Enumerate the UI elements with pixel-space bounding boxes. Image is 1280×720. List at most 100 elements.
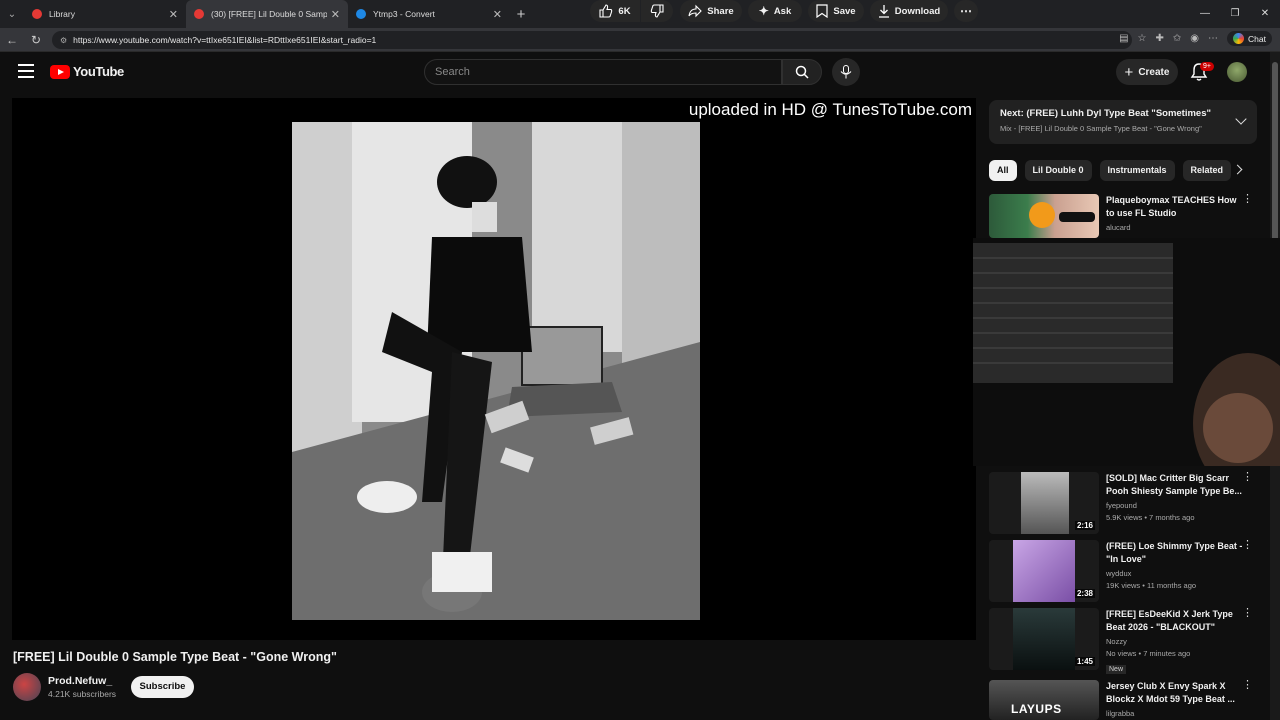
- recommendation-info: [FREE] EsDeeKid X Jerk Type Beat 2026 - …: [1106, 608, 1246, 676]
- search-icon: [795, 65, 809, 79]
- recommendation-title[interactable]: [SOLD] Mac Critter Big Scarr Pooh Shiest…: [1106, 472, 1246, 497]
- up-next-panel[interactable]: Next: (FREE) Luhh Dyl Type Beat "Sometim…: [989, 100, 1257, 144]
- ask-button[interactable]: ✦ Ask: [748, 0, 802, 22]
- recommendation-meta: 5.9K views • 7 months ago: [1106, 513, 1195, 522]
- create-button[interactable]: + Create: [1116, 59, 1178, 85]
- youtube-logo[interactable]: YouTube: [50, 64, 124, 79]
- save-button[interactable]: Save: [808, 0, 864, 22]
- thumbnail-photo: [1013, 608, 1075, 670]
- address-bar-icons: ▤ ☆ ✚ ✩ ◉ ⋯ Chat: [1119, 31, 1272, 46]
- tab-title: (30) [FREE] Lil Double 0 Sample Ty: [211, 9, 327, 19]
- close-window-icon[interactable]: ✕: [1250, 0, 1280, 28]
- recommendation-info: Jersey Club X Envy Spark X Blockz X Mdot…: [1106, 680, 1246, 718]
- tab-title: Ytmp3 - Convert: [373, 9, 435, 19]
- recommendation-meta: 19K views • 11 months ago: [1106, 581, 1197, 590]
- chip-lil-double-0[interactable]: Lil Double 0: [1024, 160, 1092, 181]
- video-thumbnail[interactable]: [989, 194, 1099, 238]
- new-badge: New: [1106, 665, 1127, 674]
- chip-related[interactable]: Related: [1182, 160, 1232, 181]
- reload-icon[interactable]: ↻: [24, 33, 48, 47]
- thumbnail-text: LAYUPS: [1011, 702, 1062, 716]
- recommendation-channel[interactable]: fyepound: [1106, 501, 1246, 510]
- like-button[interactable]: 6K: [590, 0, 640, 22]
- more-menu-icon[interactable]: ⋯: [1208, 33, 1218, 44]
- thumbnail-photo: [1013, 540, 1075, 602]
- recommendation-item[interactable]: 2:16 [SOLD] Mac Critter Big Scarr Pooh S…: [989, 472, 1257, 534]
- webcam-overlay: [973, 238, 1280, 466]
- channel-name[interactable]: Prod.Nefuw_: [48, 675, 112, 687]
- minimize-icon[interactable]: —: [1190, 0, 1220, 28]
- search-input[interactable]: Search: [424, 59, 782, 85]
- subscribe-button[interactable]: Subscribe: [131, 676, 194, 698]
- video-thumbnail[interactable]: 2:16: [989, 472, 1099, 534]
- browser-tab-ytmp3[interactable]: Ytmp3 - Convert ✕: [348, 0, 510, 28]
- vertical-more-icon[interactable]: ⋮: [1242, 194, 1253, 205]
- recommendation-channel[interactable]: Nozzy: [1106, 637, 1246, 646]
- ask-label: Ask: [773, 5, 792, 17]
- share-button[interactable]: Share: [680, 0, 742, 22]
- video-thumbnail[interactable]: LAYUPS: [989, 680, 1099, 720]
- video-thumbnail[interactable]: 1:45: [989, 608, 1099, 670]
- vertical-more-icon[interactable]: ⋮: [1242, 608, 1253, 619]
- youtube-header: YouTube Search + Create 9+: [0, 52, 1280, 92]
- logo-text: YouTube: [73, 64, 124, 79]
- extensions-icon[interactable]: ✚: [1156, 33, 1164, 44]
- menu-icon[interactable]: [18, 64, 34, 78]
- recommendation-channel[interactable]: alucard: [1106, 223, 1246, 232]
- recommendation-title[interactable]: [FREE] EsDeeKid X Jerk Type Beat 2026 - …: [1106, 608, 1246, 633]
- account-avatar[interactable]: [1227, 62, 1247, 82]
- recommendation-item[interactable]: Plaqueboymax TEACHES How to use FL Studi…: [989, 194, 1257, 238]
- recommendation-item[interactable]: 1:45 [FREE] EsDeeKid X Jerk Type Beat 20…: [989, 608, 1257, 674]
- chip-all[interactable]: All: [989, 160, 1017, 181]
- channel-avatar[interactable]: [13, 673, 41, 701]
- tab-search-chevron-icon[interactable]: ⌄: [0, 0, 24, 28]
- chat-button[interactable]: Chat: [1227, 31, 1272, 46]
- new-tab-icon[interactable]: +: [510, 6, 532, 23]
- webcam-feed-image: [973, 238, 1280, 466]
- recommendation-channel[interactable]: wyddux: [1106, 569, 1246, 578]
- video-duration: 2:38: [1074, 589, 1095, 598]
- back-icon[interactable]: ←: [0, 33, 24, 47]
- vertical-more-icon[interactable]: ⋮: [1242, 472, 1253, 483]
- tab-close-icon[interactable]: ✕: [493, 8, 502, 21]
- restore-icon[interactable]: ❐: [1220, 0, 1250, 28]
- vertical-more-icon[interactable]: ⋮: [1242, 540, 1253, 551]
- tab-close-icon[interactable]: ✕: [169, 8, 178, 21]
- site-info-icon[interactable]: ⚙: [60, 36, 67, 45]
- browser-tab-youtube[interactable]: (30) [FREE] Lil Double 0 Sample Ty ✕: [186, 0, 348, 28]
- voice-search-button[interactable]: [832, 58, 860, 86]
- search-button[interactable]: [782, 59, 822, 85]
- bookmark-star-icon[interactable]: ☆: [1138, 33, 1147, 44]
- browser-tab-library[interactable]: Library ✕: [24, 0, 186, 28]
- more-actions-button[interactable]: ⋯: [954, 0, 978, 22]
- tab-close-icon[interactable]: ✕: [331, 8, 340, 21]
- share-icon: [688, 4, 703, 18]
- window-controls: — ❐ ✕: [1190, 0, 1280, 28]
- scrollbar-thumb[interactable]: [1272, 62, 1278, 242]
- thumbs-down-icon: [650, 4, 664, 18]
- read-mode-icon[interactable]: ▤: [1119, 33, 1128, 44]
- thumbs-up-icon: [599, 4, 613, 18]
- notification-count-badge: 9+: [1200, 62, 1214, 71]
- recommendation-item[interactable]: LAYUPS Jersey Club X Envy Spark X Blockz…: [989, 680, 1257, 720]
- recommendation-item[interactable]: 2:38 (FREE) Loe Shimmy Type Beat - "In L…: [989, 540, 1257, 602]
- sunglasses-figure: [1059, 212, 1095, 222]
- download-button[interactable]: Download: [870, 0, 948, 22]
- fl-studio-fruit-icon: [1029, 202, 1055, 228]
- recommendation-title[interactable]: (FREE) Loe Shimmy Type Beat - "In Love": [1106, 540, 1246, 565]
- video-thumbnail[interactable]: 2:38: [989, 540, 1099, 602]
- vertical-more-icon[interactable]: ⋮: [1242, 680, 1253, 691]
- url-field[interactable]: ⚙ https://www.youtube.com/watch?v=ttIxe6…: [52, 31, 1132, 49]
- recommendation-title[interactable]: Jersey Club X Envy Spark X Blockz X Mdot…: [1106, 680, 1246, 705]
- video-artwork-image: [292, 122, 700, 620]
- create-label: Create: [1138, 66, 1170, 78]
- recommendation-title[interactable]: Plaqueboymax TEACHES How to use FL Studi…: [1106, 194, 1246, 219]
- filter-chips: All Lil Double 0 Instrumentals Related: [989, 160, 1232, 182]
- dislike-button[interactable]: [641, 0, 673, 22]
- favorites-icon[interactable]: ✩: [1173, 33, 1181, 44]
- profile-icon[interactable]: ◉: [1190, 33, 1199, 44]
- chevron-right-icon[interactable]: [1232, 164, 1243, 175]
- video-player[interactable]: uploaded in HD @ TunesToTube.com: [12, 98, 976, 640]
- chip-instrumentals[interactable]: Instrumentals: [1099, 160, 1175, 181]
- recommendation-channel[interactable]: lilgrabba: [1106, 709, 1246, 718]
